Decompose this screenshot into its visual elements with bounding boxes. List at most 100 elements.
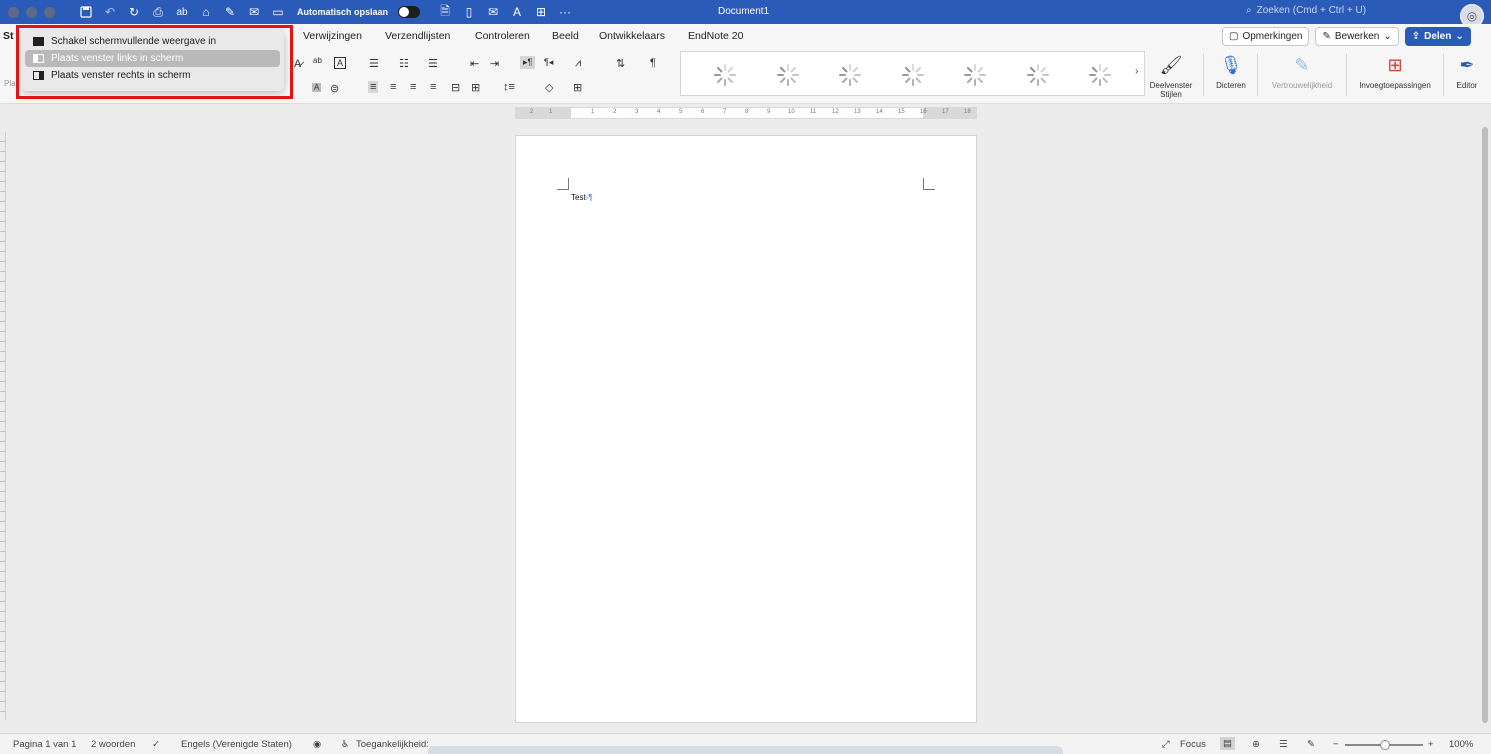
zoom-level[interactable]: 100% (1449, 739, 1473, 750)
zoom-out-button[interactable]: − (1333, 739, 1339, 750)
tab-review[interactable]: Controleren (475, 30, 530, 42)
language-status[interactable]: Engels (Verenigde Staten) (181, 739, 292, 750)
font-icon[interactable]: A (508, 4, 526, 20)
more-icon[interactable]: ··· (556, 4, 574, 20)
record-macro-icon[interactable]: ◉ (313, 739, 321, 750)
print-icon[interactable]: ⎙ (149, 4, 167, 20)
enclose-char-icon[interactable]: ⊜ (330, 82, 339, 95)
pen-icon[interactable]: ✎ (221, 4, 239, 20)
close-window-button[interactable] (8, 6, 19, 18)
phonetic-icon[interactable]: ab (313, 56, 322, 65)
spinner-spoke (724, 64, 726, 71)
draft-icon[interactable]: ✎ (1307, 739, 1315, 750)
share-button[interactable]: ⇪ Delen ⌄ (1404, 27, 1471, 46)
horizontal-ruler[interactable]: 2 1 1 2 3 4 5 6 7 8 9 10 11 12 13 14 15 … (515, 107, 977, 119)
table-icon[interactable]: ⊞ (532, 4, 550, 20)
dictate-button[interactable]: 🎙 Dicteren (1211, 52, 1251, 91)
gallery-next-icon[interactable]: › (1135, 66, 1138, 77)
focus-icon[interactable]: ⤢ (1162, 739, 1170, 750)
clear-format-icon[interactable]: A̷ (294, 58, 301, 70)
ltr-icon[interactable]: ▸¶ (520, 56, 536, 69)
comments-button[interactable]: ▢ Opmerkingen (1222, 27, 1310, 46)
spinner-spoke (1029, 77, 1036, 84)
document-icon[interactable]: 🗎 (436, 4, 454, 20)
char-shading-icon[interactable]: A (312, 83, 322, 92)
undo-icon[interactable]: ↶ (101, 4, 119, 20)
minimize-window-button[interactable] (26, 6, 37, 18)
spinner-spoke (716, 66, 723, 73)
increase-indent-icon[interactable]: ⇥ (490, 57, 499, 70)
zoom-slider-handle[interactable] (1380, 740, 1390, 750)
justify-icon[interactable]: ≡ (430, 81, 436, 93)
tab-developer[interactable]: Ontwikkelaars (599, 30, 665, 42)
ruler-number: 1 (549, 109, 553, 115)
spinner-spoke (779, 66, 786, 73)
autosave-toggle[interactable] (398, 6, 421, 18)
mail-icon[interactable]: ✉ (245, 4, 263, 20)
decrease-indent-icon[interactable]: ⇤ (470, 57, 479, 70)
dock[interactable] (428, 746, 1063, 754)
show-marks-icon[interactable]: ¶ (650, 57, 656, 69)
zoom-in-button[interactable]: + (1428, 739, 1434, 750)
multilevel-icon[interactable]: ☰ (428, 57, 438, 70)
ruler-number: 9 (767, 109, 771, 115)
accessibility-icon[interactable]: ♿ (341, 739, 350, 750)
sort-icon[interactable]: ⇅ (616, 57, 625, 70)
borders-icon[interactable]: ⊞ (573, 81, 582, 94)
numbering-icon[interactable]: ☷ (399, 57, 409, 70)
spinner-spoke (966, 77, 973, 84)
home-icon[interactable]: ⌂ (197, 4, 215, 20)
spinner-spoke (1102, 66, 1109, 73)
web-layout-icon[interactable]: ⊕ (1252, 739, 1260, 750)
align-center-icon[interactable]: ≡ (390, 81, 396, 93)
ruler-number: 17 (942, 109, 949, 115)
tab-view[interactable]: Beeld (552, 30, 579, 42)
tab-references[interactable]: Verwijzingen (303, 30, 362, 42)
sort-asian-icon[interactable]: ⩘ (575, 57, 581, 70)
print-layout-icon[interactable]: ▤ (1220, 737, 1235, 750)
search-box[interactable]: ⌕ Zoeken (Cmd + Ctrl + U) (1246, 5, 1366, 16)
envelope-icon[interactable]: ✉ (484, 4, 502, 20)
columns-icon[interactable]: ⊞ (471, 81, 480, 94)
focus-button[interactable]: Focus (1180, 739, 1206, 750)
styles-gallery[interactable]: › (680, 51, 1145, 96)
char-border-icon[interactable]: A (334, 57, 347, 69)
page-icon[interactable]: ▯ (460, 4, 478, 20)
word-count[interactable]: 2 woorden (91, 739, 135, 750)
window-controls[interactable] (8, 6, 55, 18)
styles-pane-button[interactable]: 🖌 Deelvenster Stijlen (1145, 52, 1197, 100)
spinner-spoke (1089, 74, 1096, 76)
proofing-icon[interactable]: ✓ (152, 739, 160, 750)
page-count[interactable]: Pagina 1 van 1 (13, 739, 76, 750)
bullets-icon[interactable]: ☰ (369, 57, 379, 70)
rtl-icon[interactable]: ¶◂ (544, 57, 553, 68)
redo-icon[interactable]: ↻ (125, 4, 143, 20)
paste-label[interactable]: Pla (4, 79, 16, 88)
sensitivity-button[interactable]: ✎ Vertrouwelijkheid (1264, 52, 1340, 91)
accessibility-status[interactable]: Toegankelijkheid: alles in orde (356, 739, 428, 750)
distributed-icon[interactable]: ⊟ (451, 81, 460, 94)
spinner-spoke (974, 79, 976, 86)
vertical-scrollbar[interactable] (1482, 127, 1488, 723)
editor-button[interactable]: ✒ Editor (1450, 52, 1484, 91)
addins-button[interactable]: ⊞ Invoegtoepassingen (1353, 52, 1437, 91)
zoom-window-button[interactable] (44, 6, 55, 18)
vertical-ruler[interactable] (0, 132, 6, 720)
edit-button[interactable]: ✎ Bewerken ⌄ (1315, 27, 1399, 46)
styles-pane-label: Deelvenster Stijlen (1149, 81, 1193, 99)
tab-mailings[interactable]: Verzendlijsten (385, 30, 450, 42)
tab-endnote[interactable]: EndNote 20 (688, 30, 743, 42)
align-right-icon[interactable]: ≡ (410, 81, 416, 93)
align-left-icon[interactable]: ≡ (368, 81, 379, 93)
spelling-icon[interactable]: ab (173, 4, 191, 20)
present-icon[interactable]: ▭ (269, 4, 287, 20)
line-spacing-icon[interactable]: ↕≡ (503, 81, 515, 93)
document-body-text[interactable]: Test›¶ (571, 193, 593, 202)
shading-icon[interactable]: ◇ (545, 81, 553, 94)
document-page[interactable]: Test›¶ (515, 135, 977, 723)
save-icon[interactable] (77, 4, 95, 20)
editor-label: Editor (1456, 81, 1478, 90)
tab-start[interactable]: St (3, 30, 14, 42)
ruler-number: 6 (701, 109, 705, 115)
outline-icon[interactable]: ☰ (1279, 739, 1288, 750)
